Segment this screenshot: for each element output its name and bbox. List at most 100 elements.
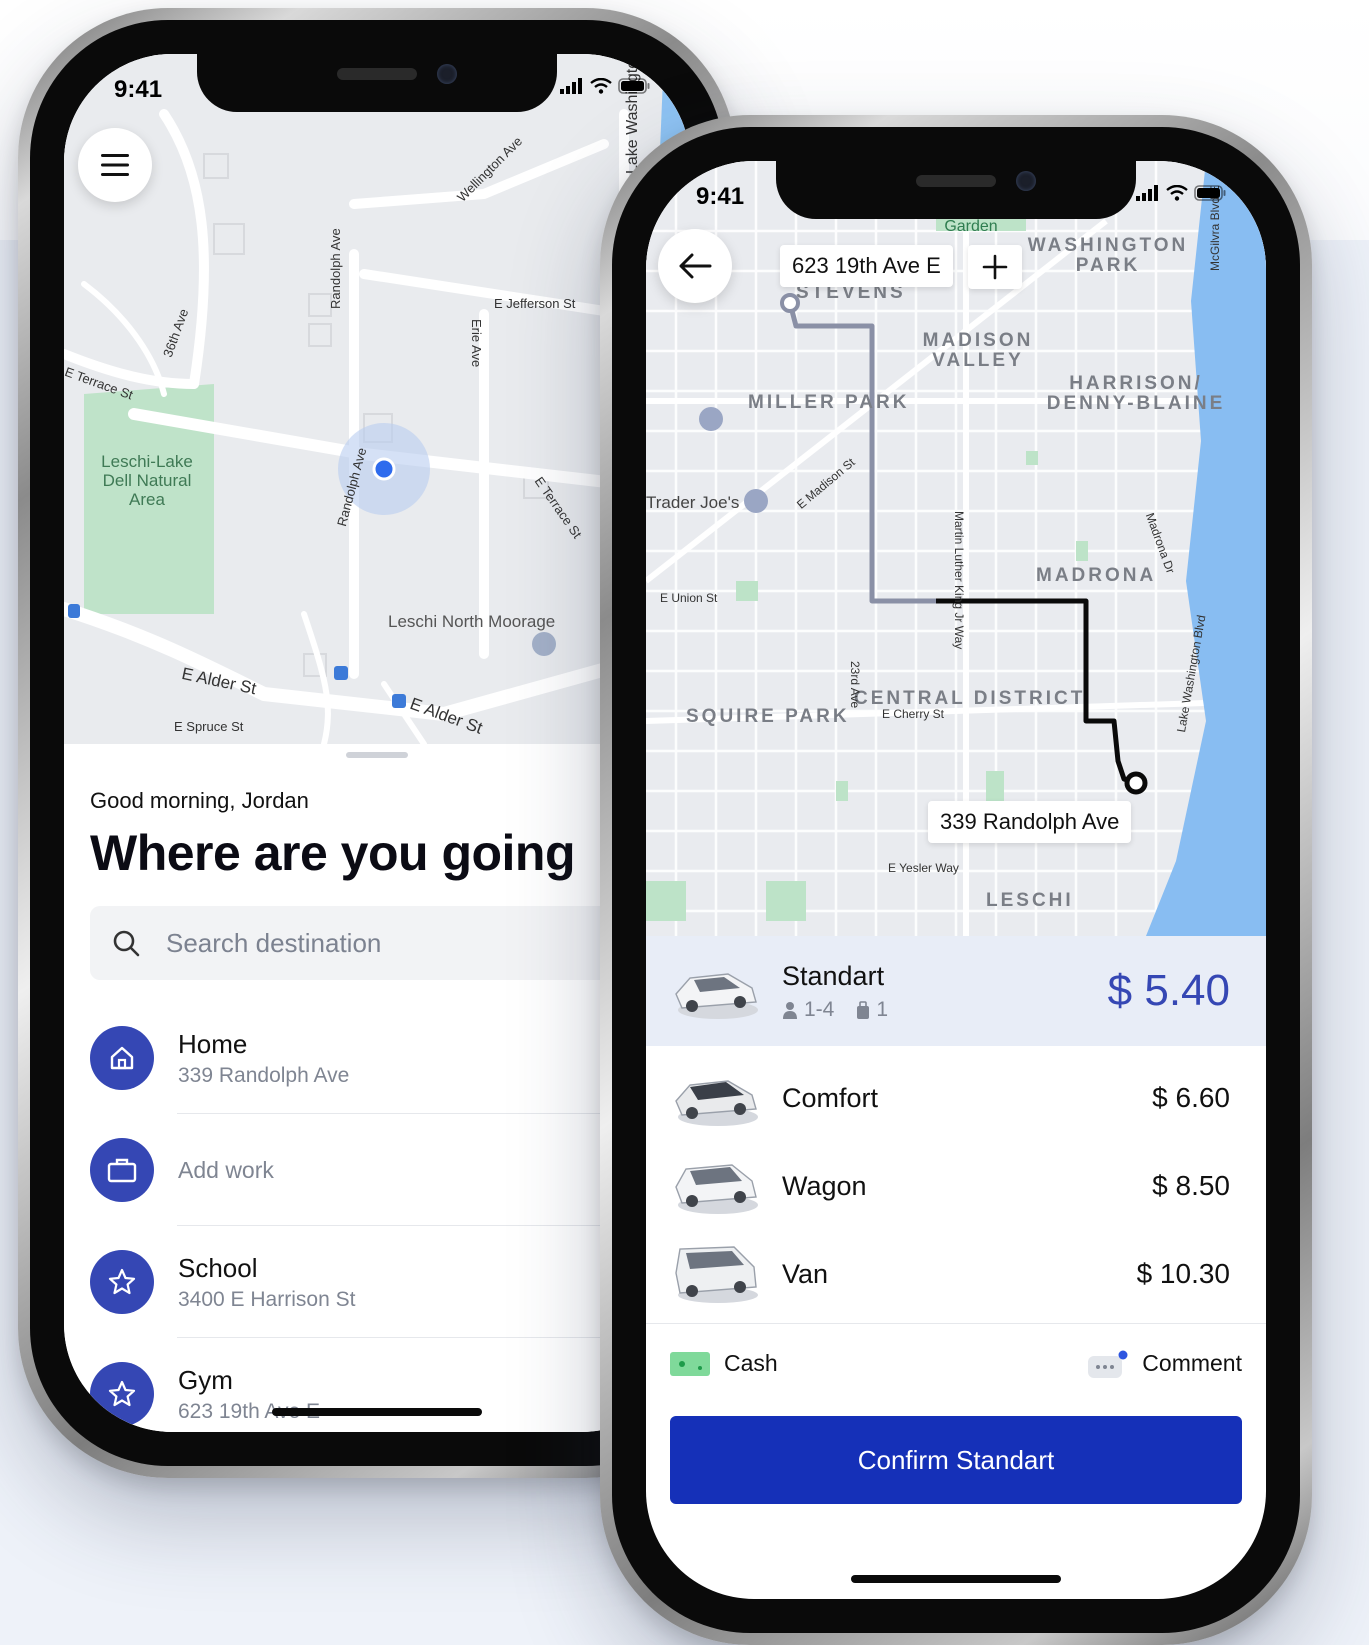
- passenger-capacity: 1-4: [782, 998, 834, 1022]
- home-icon: [110, 1046, 134, 1070]
- cash-icon: [670, 1351, 710, 1376]
- add-stop-button[interactable]: [968, 245, 1022, 289]
- status-time: 9:41: [696, 183, 745, 210]
- signal-icon: [560, 78, 582, 94]
- poi-label: Leschi North Moorage: [388, 612, 556, 631]
- home-indicator[interactable]: [272, 1408, 482, 1416]
- street-label: E Union St: [660, 591, 718, 605]
- back-button[interactable]: [658, 229, 732, 303]
- signal-icon: [1136, 185, 1158, 201]
- street-label: Randolph Ave: [328, 228, 343, 309]
- speaker: [337, 68, 417, 80]
- payment-method-button[interactable]: Cash: [670, 1350, 778, 1377]
- district-label: MADRONA: [1036, 565, 1157, 586]
- ride-name: Wagon: [782, 1170, 867, 1201]
- street-label: E Yesler Way: [888, 861, 959, 875]
- district-label: LESCHI: [986, 890, 1074, 911]
- ride-option-van[interactable]: Van $ 10.30: [646, 1230, 1266, 1318]
- person-icon: [783, 1001, 797, 1019]
- passenger-count: 1-4: [804, 997, 835, 1021]
- place-name: Home: [178, 1028, 248, 1059]
- search-input[interactable]: [166, 927, 586, 959]
- ride-option-comfort[interactable]: Comfort $ 6.60: [646, 1054, 1266, 1142]
- street-label: Erie Ave: [469, 319, 484, 368]
- luggage-capacity: 1: [856, 998, 888, 1022]
- wifi-icon: [1166, 185, 1188, 201]
- wifi-icon: [590, 78, 612, 94]
- ride-options-list: Standart 1-4 1 $ 5.40 Comfort $ 6.60 Wag…: [646, 936, 1266, 1318]
- arrow-left-icon: [679, 253, 712, 279]
- place-icon-badge: [90, 1138, 154, 1202]
- water-label: Lake Washington: [624, 54, 641, 174]
- district-label: WASHINGTON PARK: [1027, 235, 1189, 276]
- luggage-icon: [857, 1000, 870, 1019]
- menu-button[interactable]: [78, 128, 152, 202]
- ride-price: $ 8.50: [1152, 1170, 1230, 1201]
- street-label: 23rd Ave: [848, 661, 862, 709]
- star-icon: [108, 1380, 136, 1407]
- district-label: SQUIRE PARK: [686, 706, 850, 727]
- comment-button[interactable]: Comment: [1088, 1350, 1242, 1378]
- greeting-text: Good morning, Jordan: [90, 788, 309, 813]
- ride-price: $ 10.30: [1136, 1258, 1230, 1289]
- place-icon-badge: [90, 1362, 154, 1426]
- hamburger-icon: [101, 154, 129, 176]
- status-icons: [560, 78, 650, 94]
- map-graphic: [64, 54, 690, 747]
- front-camera: [437, 64, 457, 84]
- place-address: 3400 E Harrison St: [178, 1287, 356, 1311]
- sheet-handle[interactable]: [346, 752, 408, 758]
- ride-price: $ 6.60: [1152, 1082, 1230, 1113]
- star-icon: [108, 1268, 136, 1295]
- phone-ride-select-screen: STEVENS MADISON VALLEY WASHINGTON PARK M…: [600, 115, 1312, 1645]
- street-label: Martin Luther King Jr Way: [952, 511, 966, 650]
- destination-sheet: Good morning, Jordan Where are you going: [64, 744, 690, 1432]
- ride-name: Van: [782, 1258, 829, 1289]
- payment-row: Cash Comment: [646, 1323, 1266, 1403]
- car-sedan-icon: [675, 973, 758, 1019]
- car-wagon-icon: [675, 1164, 758, 1214]
- ride-option-standart[interactable]: Standart 1-4 1 $ 5.40: [646, 936, 1266, 1046]
- place-name: School: [178, 1252, 258, 1283]
- front-camera: [1016, 171, 1036, 191]
- district-label: MILLER PARK: [748, 392, 910, 413]
- luggage-count: 1: [876, 997, 889, 1021]
- battery-icon: [618, 78, 650, 94]
- confirm-ride-button[interactable]: Confirm Standart: [670, 1416, 1242, 1504]
- car-comfort-icon: [675, 1080, 758, 1126]
- place-name: Gym: [178, 1364, 233, 1395]
- ride-price: $ 5.40: [1107, 966, 1230, 1015]
- phone-notch: [776, 161, 1136, 219]
- ride-option-wagon[interactable]: Wagon $ 8.50: [646, 1142, 1266, 1230]
- poi-label: Trader Joe's: [646, 493, 740, 512]
- car-van-icon: [675, 1246, 758, 1303]
- phone-notch: [197, 54, 557, 112]
- home-indicator[interactable]: [851, 1575, 1061, 1583]
- street-label: E Spruce St: [174, 719, 244, 734]
- status-time: 9:41: [114, 76, 163, 103]
- destination-label[interactable]: 339 Randolph Ave: [928, 801, 1132, 843]
- place-name: Add work: [178, 1156, 274, 1183]
- place-icon-badge: [90, 1026, 154, 1090]
- comment-label: Comment: [1142, 1350, 1242, 1376]
- origin-label[interactable]: 623 19th Ave E: [780, 245, 953, 287]
- page-title: Where are you going: [90, 825, 576, 881]
- briefcase-icon: [107, 1158, 137, 1183]
- street-label: E Jefferson St: [494, 296, 576, 311]
- phone-screen: STEVENS MADISON VALLEY WASHINGTON PARK M…: [646, 161, 1266, 1599]
- payment-method-label: Cash: [724, 1350, 778, 1376]
- speaker: [916, 175, 996, 187]
- plus-icon: [982, 254, 1008, 280]
- place-address: 339 Randolph Ave: [178, 1063, 350, 1087]
- district-label: HARRISON/ DENNY-BLAINE: [1046, 373, 1226, 414]
- park-label: Leschi-Lake Dell Natural Area: [101, 452, 193, 509]
- ride-name: Standart: [782, 960, 885, 991]
- phone-screen: E Jefferson St Randolph Ave Erie Ave 36t…: [64, 54, 690, 1432]
- status-icons: [1136, 185, 1226, 201]
- street-label: E Cherry St: [882, 707, 945, 721]
- ride-name: Comfort: [782, 1082, 879, 1113]
- battery-icon: [1194, 185, 1226, 201]
- map-view[interactable]: E Jefferson St Randolph Ave Erie Ave 36t…: [64, 54, 690, 747]
- district-label: MADISON VALLEY: [922, 330, 1034, 371]
- district-label: CENTRAL DISTRICT: [854, 688, 1086, 709]
